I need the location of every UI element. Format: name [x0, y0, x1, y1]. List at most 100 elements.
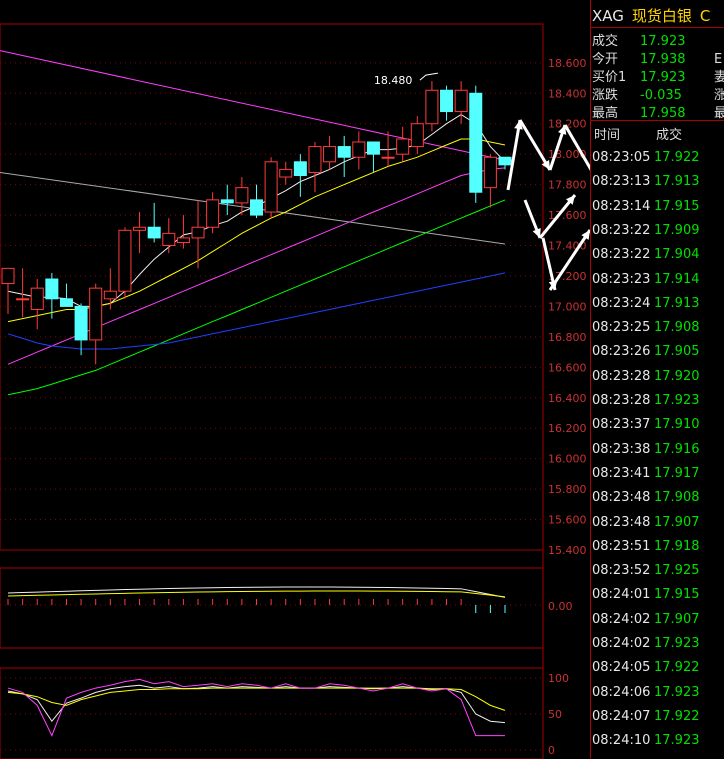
y-tick-label: 18.600: [548, 57, 587, 70]
candle-body: [45, 278, 59, 300]
candle-body: [30, 287, 44, 310]
candle-body: [410, 123, 424, 148]
tick-price: 17.907: [654, 514, 700, 530]
candle-body: [366, 141, 380, 155]
quote-row: 最高 17.958 最: [592, 106, 724, 121]
tick-row: 08:23:22 17.909: [592, 223, 700, 238]
tick-time: 08:23:37: [592, 417, 651, 433]
tick-price: 17.923: [654, 733, 700, 749]
tick-row: 08:23:37 17.910: [592, 417, 700, 432]
tick-time: 08:23:23: [592, 271, 651, 287]
candle-body: [250, 199, 263, 216]
tick-price: 17.925: [654, 563, 700, 579]
tick-price: 17.908: [654, 490, 700, 506]
y-tick-label: 16.800: [548, 331, 587, 344]
candle-body: [454, 89, 468, 113]
candle-body: [308, 146, 322, 173]
ma-line: [7, 199, 506, 396]
tick-row: 08:23:24 17.913: [592, 296, 700, 311]
candle-body: [59, 298, 73, 307]
candle-body: [396, 138, 410, 155]
annotation-leader: [419, 72, 438, 81]
tick-row: 08:23:28 17.920: [592, 369, 700, 384]
tick-price: 17.908: [654, 320, 700, 336]
tick-row: 08:23:23 17.914: [592, 272, 700, 287]
ticks-time-header: 时间: [594, 128, 621, 143]
tick-row: 08:24:02 17.923: [592, 636, 700, 651]
tick-row: 08:23:52 17.925: [592, 563, 700, 578]
instrument-header: XAG 现货白银 C: [592, 5, 710, 26]
y-tick-label: 16.000: [548, 453, 587, 466]
tick-row: 08:23:13 17.913: [592, 174, 700, 189]
tick-row: 08:23:41 17.917: [592, 466, 700, 481]
tick-row: 08:24:01 17.915: [592, 587, 700, 602]
tick-time: 08:24:06: [592, 684, 651, 700]
tick-time: 08:23:25: [592, 320, 651, 336]
tick-time: 08:23:28: [592, 393, 651, 408]
candle-body: [147, 226, 161, 239]
tick-row: 08:23:14 17.915: [592, 199, 700, 214]
price-chart: 18.60018.40018.20018.00017.80017.60017.4…: [0, 23, 590, 759]
tick-row: 08:24:02 17.907: [592, 612, 700, 627]
tick-price: 17.923: [654, 393, 700, 408]
candle-body: [498, 156, 512, 166]
tick-price: 17.905: [654, 344, 700, 360]
tick-row: 08:23:48 17.908: [592, 490, 700, 505]
candle-body: [74, 305, 88, 341]
tick-row: 08:23:38 17.916: [592, 442, 700, 457]
high-annotation: 18.480: [374, 74, 413, 87]
instrument-name: 现货白银: [631, 7, 692, 25]
tick-price: 17.907: [654, 611, 700, 627]
tick-price: 17.915: [654, 587, 700, 603]
tick-time: 08:23:52: [592, 563, 651, 579]
tick-time: 08:24:02: [592, 611, 651, 627]
macd-zero-label: 0.00: [548, 600, 573, 613]
y-tick-label: 15.800: [548, 483, 587, 496]
candle-body: [162, 232, 176, 247]
candle-body: [220, 199, 234, 204]
kdj-tick-label: 50: [548, 708, 562, 721]
candle-body: [323, 146, 337, 163]
tick-row: 08:23:26 17.905: [592, 344, 700, 359]
tick-row: 08:24:07 17.922: [592, 709, 700, 724]
candle-body: [103, 290, 117, 300]
y-tick-label: 16.200: [548, 422, 587, 435]
instrument-suffix: C: [699, 7, 711, 25]
tick-price: 17.918: [654, 538, 700, 554]
ticks-price-header: 成交: [656, 128, 683, 143]
tick-row: 08:23:48 17.907: [592, 515, 700, 530]
divider: [590, 27, 724, 28]
quote-row: 成交 17.923: [592, 34, 686, 49]
y-tick-label: 17.000: [548, 300, 587, 313]
tick-price: 17.915: [654, 198, 700, 214]
tick-time: 08:23:22: [592, 247, 651, 263]
quote-row: 买价1 17.923 妻: [592, 70, 724, 85]
kdj-tick-label: 100: [548, 672, 569, 685]
tick-time: 08:24:10: [592, 733, 651, 749]
candle-body: [118, 229, 132, 292]
tick-time: 08:24:02: [592, 636, 651, 651]
tick-price: 17.922: [654, 660, 700, 676]
tick-time: 08:24:05: [592, 660, 651, 676]
candle-body: [279, 168, 293, 178]
macd-dea-line: [7, 590, 506, 598]
tick-time: 08:23:05: [592, 150, 651, 165]
candle-body: [381, 156, 395, 159]
divider: [590, 120, 724, 121]
tick-price: 17.914: [654, 271, 700, 287]
tick-time: 08:23:24: [592, 295, 651, 311]
tick-time: 08:24:01: [592, 587, 651, 603]
candle-body: [469, 92, 483, 193]
tick-time: 08:23:38: [592, 441, 651, 457]
y-tick-label: 16.400: [548, 392, 587, 405]
tick-price: 17.922: [654, 708, 700, 724]
y-tick-label: 15.600: [548, 514, 587, 527]
tick-price: 17.913: [654, 174, 700, 190]
tick-row: 08:23:25 17.908: [592, 320, 700, 335]
quote-row: 今开 17.938 E: [592, 52, 723, 67]
tick-row: 08:24:06 17.923: [592, 685, 700, 700]
y-tick-label: 17.800: [548, 179, 587, 192]
tick-time: 08:23:48: [592, 490, 651, 506]
y-tick-label: 16.600: [548, 361, 587, 374]
macd-dif-line: [7, 586, 506, 598]
